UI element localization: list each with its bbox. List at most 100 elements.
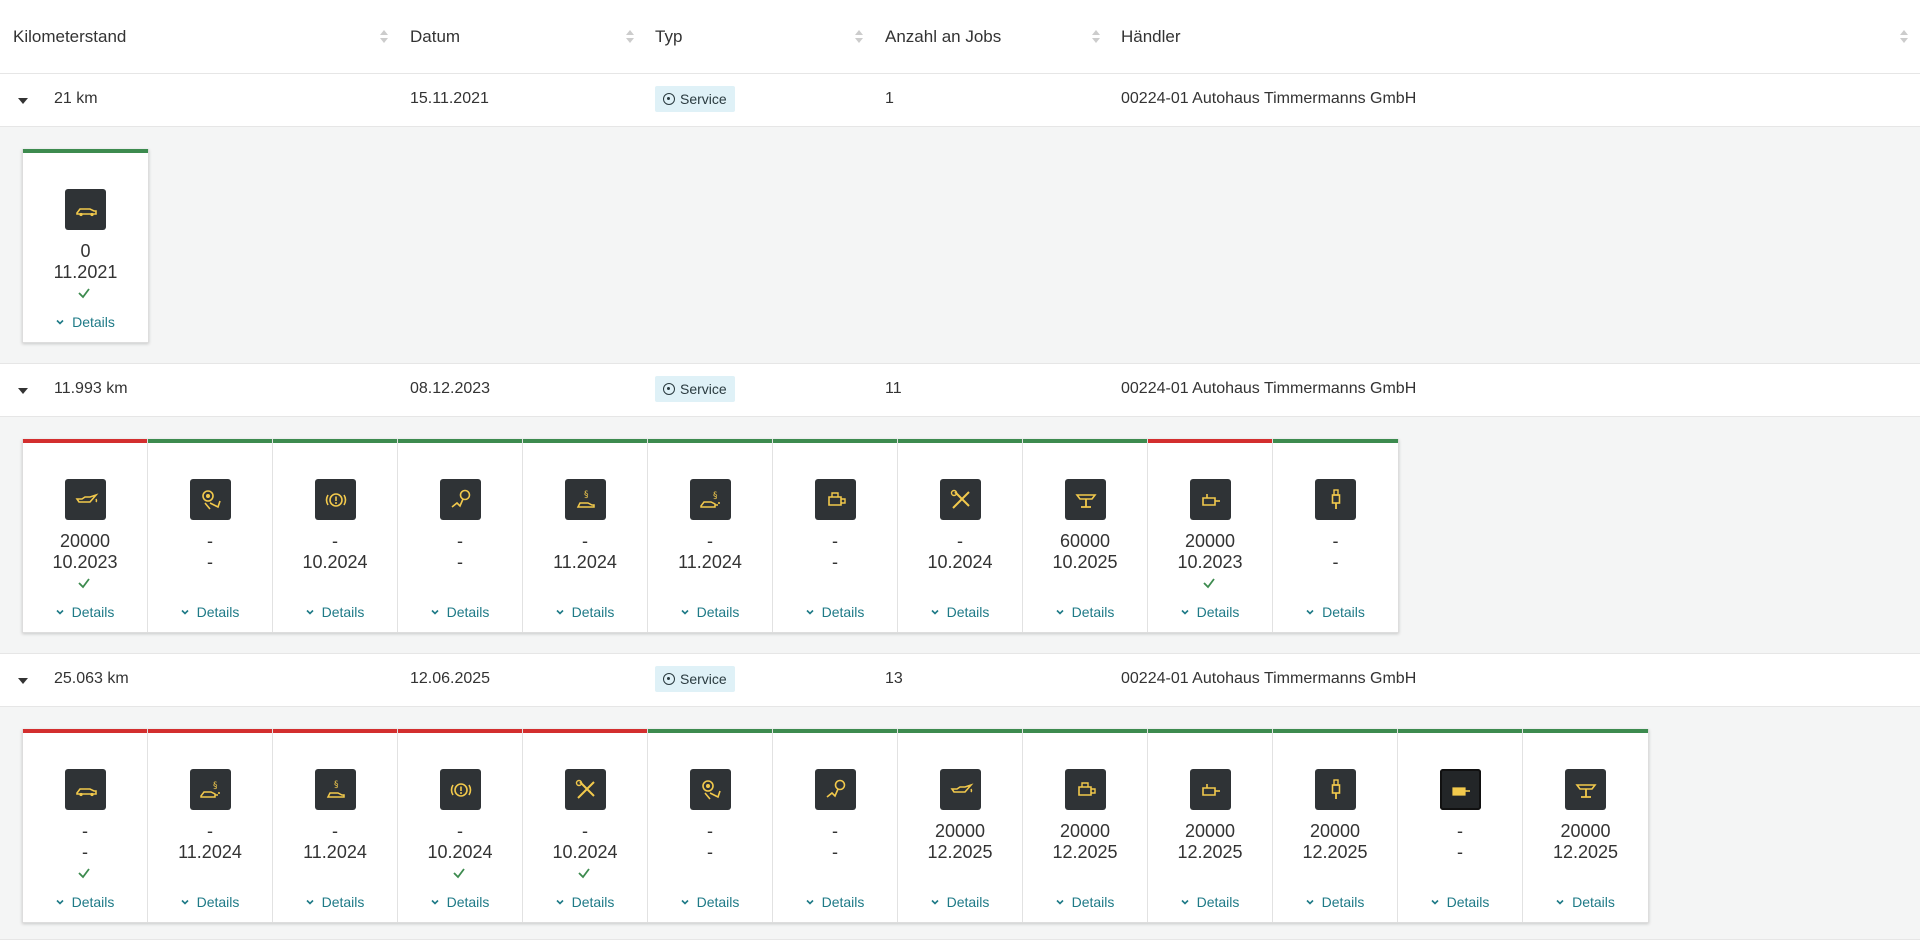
job-km-value: - [457,531,463,551]
brake-fluid-icon [440,479,481,520]
job-card: - 10.2024 Details [523,729,648,922]
job-km-value: 20000 [1184,531,1236,551]
expand-caret-icon[interactable] [18,388,28,394]
spark-plug-icon [1315,769,1356,810]
details-label: Details [1071,604,1115,620]
status-bar [1523,729,1648,733]
job-km-value: - [832,821,838,841]
details-toggle[interactable]: Details [23,894,147,910]
details-toggle[interactable]: Details [648,894,772,910]
details-label: Details [1196,604,1240,620]
column-header-type[interactable]: Typ [655,27,682,47]
check-icon [578,868,590,879]
details-toggle[interactable]: Details [1523,894,1648,910]
column-header-km[interactable]: Kilometerstand [13,27,126,47]
details-toggle[interactable]: Details [273,894,397,910]
type-badge: Service [655,86,735,112]
chevron-down-icon [1431,899,1439,905]
details-toggle[interactable]: Details [773,604,897,620]
job-date-value: 10.2023 [1177,552,1243,572]
job-date-value: 11.2024 [553,552,617,572]
details-toggle[interactable]: Details [1398,894,1522,910]
column-header-dealer[interactable]: Händler [1121,27,1181,47]
details-toggle[interactable]: Details [1148,894,1272,910]
row-dealer: 00224-01 Autohaus Timmermanns GmbH [1121,670,1417,687]
details-label: Details [1071,894,1115,910]
chevron-down-icon [556,609,564,615]
details-toggle[interactable]: Details [148,604,272,620]
status-bar [398,729,522,733]
details-toggle[interactable]: Details [898,604,1022,620]
spark-plug-icon [1315,479,1356,520]
brake-warning-icon [315,479,356,520]
details-label: Details [321,894,365,910]
table-row[interactable]: 21 km 15.11.2021 Service 1 00224-01 Auto… [0,74,1920,127]
column-header-date[interactable]: Datum [410,27,460,47]
tools-icon [940,479,981,520]
status-bar [648,729,772,733]
job-date-value: 10.2024 [427,842,493,862]
details-label: Details [696,604,740,620]
job-card: - - Details [1398,729,1523,922]
status-bar [773,729,897,733]
details-toggle[interactable]: Details [398,894,522,910]
job-date-value: 10.2024 [552,842,618,862]
job-date-value: 11.2024 [678,552,742,572]
job-card: 20000 12.2025 Details [898,729,1023,922]
details-label: Details [1446,894,1490,910]
status-bar [898,729,1022,733]
filter-icon [815,479,856,520]
details-toggle[interactable]: Details [523,604,647,620]
details-label: Details [696,894,740,910]
job-km-value: - [707,821,713,841]
row-dealer: 00224-01 Autohaus Timmermanns GmbH [1121,380,1417,397]
details-toggle[interactable]: Details [1273,604,1398,620]
job-card: § - 11.2024 Details [273,729,398,922]
expand-caret-icon[interactable] [18,678,28,684]
job-card: 20000 12.2025 Details [1023,729,1148,922]
details-toggle[interactable]: Details [23,604,147,620]
job-card: 0 11.2021 Details [23,149,148,342]
status-bar [23,149,148,153]
table-row[interactable]: 25.063 km 12.06.2025 Service 13 00224-01… [0,654,1920,707]
chevron-down-icon [681,899,689,905]
details-toggle[interactable]: Details [398,604,522,620]
details-toggle[interactable]: Details [898,894,1022,910]
table-body: 21 km 15.11.2021 Service 1 00224-01 Auto… [0,74,1920,940]
exhaust-law-icon: § [190,769,231,810]
details-label: Details [821,894,865,910]
table-row[interactable]: 11.993 km 08.12.2023 Service 11 00224-01… [0,364,1920,417]
job-card: 20000 12.2025 Details [1273,729,1398,922]
gear-icon [663,673,675,685]
details-toggle[interactable]: Details [1023,604,1147,620]
job-date-value: 12.2025 [1552,842,1619,862]
details-toggle[interactable]: Details [273,604,397,620]
details-toggle[interactable]: Details [523,894,647,910]
sort-icon[interactable] [1898,30,1908,44]
sort-icon[interactable] [378,30,388,44]
chevron-down-icon [931,609,939,615]
details-toggle[interactable]: Details [148,894,272,910]
details-label: Details [71,894,115,910]
sort-icon[interactable] [1090,30,1100,44]
job-date-value: - [1457,842,1463,862]
fuel-filter-icon [1190,769,1231,810]
job-km-value: - [207,821,213,841]
expand-caret-icon[interactable] [18,98,28,104]
status-bar [1023,439,1147,443]
tools-icon [565,769,606,810]
job-date-value: 10.2025 [1052,552,1118,572]
details-toggle[interactable]: Details [1148,604,1272,620]
details-toggle[interactable]: Details [1023,894,1147,910]
sort-icon[interactable] [853,30,863,44]
column-header-jobs[interactable]: Anzahl an Jobs [885,27,1001,47]
details-toggle[interactable]: Details [23,314,148,330]
brake-fluid-icon [815,769,856,810]
details-toggle[interactable]: Details [773,894,897,910]
sort-icon[interactable] [624,30,634,44]
chevron-down-icon [556,899,564,905]
lift-icon [1565,769,1606,810]
details-toggle[interactable]: Details [1273,894,1397,910]
details-toggle[interactable]: Details [648,604,772,620]
table-header: Kilometerstand Datum Typ Anzahl an Jobs … [0,0,1920,74]
